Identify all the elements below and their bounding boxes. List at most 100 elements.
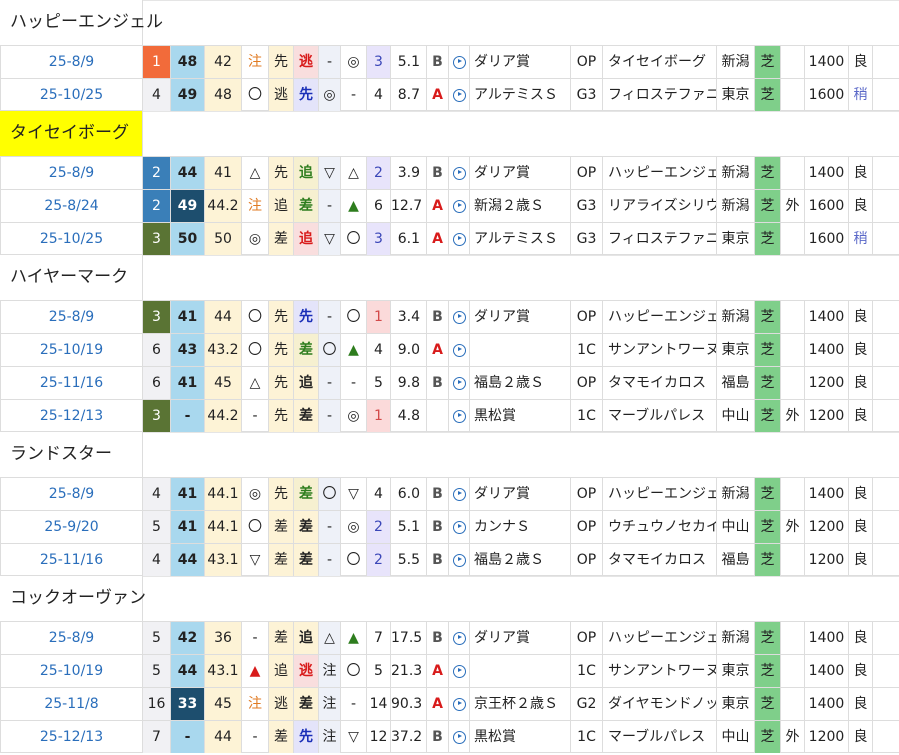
race-date-link[interactable]: 25-10/25 bbox=[0, 79, 143, 111]
play-icon bbox=[452, 88, 466, 102]
course-direction: B bbox=[427, 721, 449, 753]
race-date-link[interactable]: 25-8/24 bbox=[0, 190, 143, 222]
race-date-link[interactable]: 25-10/19 bbox=[0, 334, 143, 366]
race-grade: 1C bbox=[571, 400, 603, 432]
speed-index: 41 bbox=[171, 511, 205, 543]
horse-header: ハッピーエンジェル bbox=[0, 0, 899, 45]
header-spacer bbox=[143, 111, 899, 156]
running-position: 先 bbox=[294, 721, 319, 753]
race-row: 25-12/13 3-44.2- 先差 - ◎ 1 4.8 黒松賞 1C マーブルパレス 中山芝外 1… bbox=[0, 399, 899, 432]
header-spacer bbox=[143, 432, 899, 477]
course-direction: A bbox=[427, 79, 449, 111]
running-position: 差 bbox=[294, 478, 319, 510]
play-video-button[interactable] bbox=[449, 46, 470, 78]
prediction-mark: 注 bbox=[242, 46, 269, 78]
popularity: 12 bbox=[367, 721, 391, 753]
odds: 5.5 bbox=[391, 544, 427, 576]
course-side bbox=[781, 622, 805, 654]
play-video-button[interactable] bbox=[449, 157, 470, 189]
play-video-button[interactable] bbox=[449, 511, 470, 543]
mark-a: △ bbox=[319, 622, 341, 654]
popularity: 3 bbox=[367, 223, 391, 255]
horse-name: ハッピーエンジェル bbox=[0, 0, 163, 45]
race-date-link[interactable]: 25-8/9 bbox=[0, 46, 143, 78]
play-icon bbox=[452, 631, 466, 645]
play-video-button[interactable] bbox=[449, 301, 470, 333]
race-date-link[interactable]: 25-12/13 bbox=[0, 721, 143, 753]
play-icon bbox=[452, 166, 466, 180]
race-date-link[interactable]: 25-8/9 bbox=[0, 478, 143, 510]
race-date-link[interactable]: 25-12/13 bbox=[0, 400, 143, 432]
speed-index: 43 bbox=[171, 334, 205, 366]
play-video-button[interactable] bbox=[449, 334, 470, 366]
odds: 8.7 bbox=[391, 79, 427, 111]
race-row: 25-11/8 16 33 45 注逃差注 -14 90.3 A 京王杯２歳Ｓ G2 ダイヤモンドノ… bbox=[0, 687, 899, 720]
prediction-mark: ▲ bbox=[242, 655, 269, 687]
venue: 新潟 bbox=[717, 301, 755, 333]
play-video-button[interactable] bbox=[449, 544, 470, 576]
race-grade: OP bbox=[571, 157, 603, 189]
speed-index: - bbox=[171, 721, 205, 753]
play-icon bbox=[452, 376, 466, 390]
race-date-link[interactable]: 25-10/19 bbox=[0, 655, 143, 687]
running-style: 先 bbox=[269, 301, 294, 333]
mark-b: - bbox=[341, 367, 367, 399]
race-date-link[interactable]: 25-8/9 bbox=[0, 301, 143, 333]
odds: 6.0 bbox=[391, 478, 427, 510]
play-video-button[interactable] bbox=[449, 190, 470, 222]
race-date-link[interactable]: 25-10/25 bbox=[0, 223, 143, 255]
race-date-link[interactable]: 25-9/20 bbox=[0, 511, 143, 543]
odds: 17.5 bbox=[391, 622, 427, 654]
winner-name: マーブルパレス bbox=[603, 400, 717, 432]
prediction-mark: - bbox=[242, 721, 269, 753]
running-style: 先 bbox=[269, 334, 294, 366]
distance: 1400 bbox=[805, 655, 849, 687]
mark-b: ▲ bbox=[341, 334, 367, 366]
play-video-button[interactable] bbox=[449, 655, 470, 687]
play-video-button[interactable] bbox=[449, 478, 470, 510]
race-date-link[interactable]: 25-11/16 bbox=[0, 367, 143, 399]
play-video-button[interactable] bbox=[449, 400, 470, 432]
track-condition: 良 bbox=[849, 688, 873, 720]
course-direction: B bbox=[427, 46, 449, 78]
track-condition: 良 bbox=[849, 400, 873, 432]
play-video-button[interactable] bbox=[449, 79, 470, 111]
finish-rank: 1 bbox=[143, 46, 171, 78]
play-video-button[interactable] bbox=[449, 367, 470, 399]
play-video-button[interactable] bbox=[449, 721, 470, 753]
course-side bbox=[781, 301, 805, 333]
play-video-button[interactable] bbox=[449, 622, 470, 654]
mark-a: 注 bbox=[319, 655, 341, 687]
race-name bbox=[470, 334, 571, 366]
course-direction: B bbox=[427, 367, 449, 399]
mark-a: 注 bbox=[319, 688, 341, 720]
race-date-link[interactable]: 25-11/16 bbox=[0, 544, 143, 576]
running-style: 逃 bbox=[269, 79, 294, 111]
popularity: 7 bbox=[367, 622, 391, 654]
speed-index: 50 bbox=[171, 223, 205, 255]
track-condition: 良 bbox=[849, 511, 873, 543]
speed-index: 41 bbox=[171, 367, 205, 399]
odds: 5.1 bbox=[391, 511, 427, 543]
course-direction: B bbox=[427, 157, 449, 189]
race-date-link[interactable]: 25-11/8 bbox=[0, 688, 143, 720]
course-direction: A bbox=[427, 334, 449, 366]
play-video-button[interactable] bbox=[449, 223, 470, 255]
popularity: 5 bbox=[367, 367, 391, 399]
play-icon bbox=[452, 409, 466, 423]
prediction-mark: ▽ bbox=[242, 544, 269, 576]
course-side bbox=[781, 655, 805, 687]
finish-rank: 3 bbox=[143, 400, 171, 432]
course-side bbox=[781, 79, 805, 111]
race-date-link[interactable]: 25-8/9 bbox=[0, 157, 143, 189]
race-date-link[interactable]: 25-8/9 bbox=[0, 622, 143, 654]
race-row: 25-8/2424944.2注追差-▲612.7A 新潟２歳ＳG3リアライズシリウ… bbox=[0, 189, 899, 222]
race-grade: OP bbox=[571, 478, 603, 510]
course-direction: A bbox=[427, 655, 449, 687]
track-condition: 良 bbox=[849, 478, 873, 510]
running-position: 追 bbox=[294, 622, 319, 654]
play-video-button[interactable] bbox=[449, 688, 470, 720]
play-icon bbox=[452, 343, 466, 357]
race-rows: 25-8/924441△先追▽△23.9Bダリア賞OPハッピーエンジェル新潟芝1… bbox=[0, 156, 899, 255]
speed-index: 44 bbox=[171, 157, 205, 189]
